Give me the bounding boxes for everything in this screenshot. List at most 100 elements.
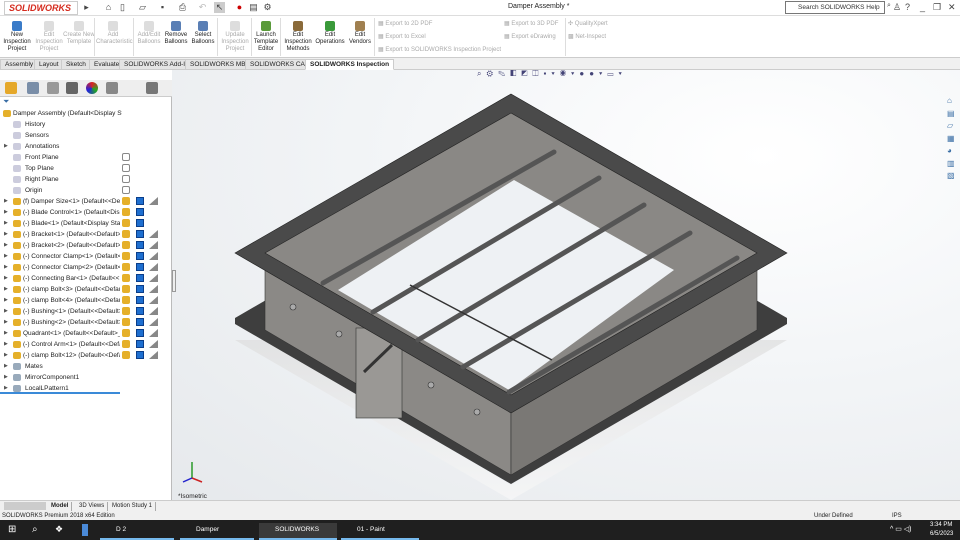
taskbar-item-solidworks[interactable]: SOLIDWORKS Prem...	[259, 523, 337, 547]
expand-arrow-icon[interactable]: ▶	[4, 350, 8, 361]
home-icon[interactable]: ⌂	[103, 2, 114, 13]
expand-arrow-icon[interactable]: ▶	[4, 218, 8, 229]
taskbar-item-paint[interactable]: 01 - Paint	[341, 523, 419, 540]
tree-item[interactable]: ▶ Quadrant<1> (Default<<Default>_A	[0, 328, 120, 339]
expand-arrow-icon[interactable]: ▶	[4, 207, 8, 218]
tree-item[interactable]: Front Plane	[0, 152, 120, 163]
solidworks-logo[interactable]: SOLIDWORKS	[4, 1, 78, 15]
tree-item[interactable]: ▶ (-) Bushing<2> (Default<<Default>_	[0, 317, 120, 328]
configurationmanager-tab-icon[interactable]	[47, 82, 59, 94]
tab-sketch[interactable]: Sketch	[61, 59, 91, 70]
search-icon[interactable]: ⌕	[887, 2, 891, 10]
open-icon[interactable]: ▱	[137, 2, 148, 13]
expand-arrow-icon[interactable]: ▶	[4, 372, 8, 383]
tree-item[interactable]: ▶ MirrorComponent1	[0, 372, 120, 383]
tab-model[interactable]: Model	[48, 502, 73, 511]
minimize-button[interactable]: _	[920, 2, 925, 12]
tree-item[interactable]: ▶ (-) Bracket<1> (Default<<Default>_	[0, 229, 120, 240]
tree-item[interactable]: ▶ Mates	[0, 361, 120, 372]
task-view-icon[interactable]: ❖	[55, 524, 63, 535]
expand-arrow-icon[interactable]: ▶	[4, 339, 8, 350]
tree-root-assembly[interactable]: Damper Assembly (Default<Display Stat	[0, 108, 122, 119]
export-edrawing-button[interactable]: ▦ Export eDrawing	[504, 33, 556, 41]
close-button[interactable]: ✕	[948, 2, 956, 13]
damper-model[interactable]	[172, 70, 960, 500]
graphics-viewport[interactable]: *Isometric ⌕⚙✎◧◩◫▪▾◉▾●●▾▭▾ ⌂ ▤ ▱ ▦ ◕ ▥ ▧	[172, 69, 960, 500]
tree-item[interactable]: Sensors	[0, 130, 120, 141]
user-icon[interactable]: ♙	[893, 2, 901, 13]
panel-collapse-handle[interactable]	[172, 270, 176, 292]
tree-item[interactable]: ▶ Annotations	[0, 141, 120, 152]
system-tray-icons[interactable]: ^ ▭ ◁)	[890, 525, 912, 533]
tree-item[interactable]: History	[0, 119, 120, 130]
edit-vendors-button[interactable]: Edit Vendors	[343, 19, 377, 46]
expand-arrow-icon[interactable]: ▶	[4, 383, 8, 394]
qualityxpert-button[interactable]: ✣ QualityXpert	[568, 20, 608, 28]
expand-arrow-icon[interactable]: ▶	[4, 306, 8, 317]
expand-arrow-icon[interactable]: ▶	[4, 141, 8, 152]
filter-icon[interactable]: ⏷	[3, 97, 9, 107]
export-inspection-project-button[interactable]: ▦ Export to SOLIDWORKS Inspection Projec…	[378, 46, 501, 54]
tree-item[interactable]: ▶ (-) Blade<1> (Default<Display State	[0, 218, 120, 229]
new-inspection-project-button[interactable]: New Inspection Project	[0, 19, 34, 53]
tree-item[interactable]: ▶ (f) Damper Size<1> (Default<<Defa	[0, 196, 120, 207]
update-inspection-project-button[interactable]: Update Inspection Project	[218, 19, 252, 53]
add-characteristic-button[interactable]: Add Characteristic	[96, 19, 133, 46]
restore-button[interactable]: ❐	[933, 2, 941, 13]
expand-arrow-icon[interactable]: ▶	[4, 251, 8, 262]
tree-item[interactable]: ▶ (-) Control Arm<1> (Default<<Defa	[0, 339, 120, 350]
tree-item[interactable]: ▶ (-) Bracket<2> (Default<<Default>_	[0, 240, 120, 251]
tree-item[interactable]: ▶ (-) Bushing<1> (Default<<Default>_	[0, 306, 120, 317]
tab-layout[interactable]: Layout	[34, 59, 64, 70]
display-manager-tab-icon[interactable]	[86, 82, 98, 94]
edit-operations-button[interactable]: Edit Operations	[313, 19, 347, 46]
tree-item[interactable]: ▶ (-) clamp Bolt<4> (Default<<Defaul	[0, 295, 120, 306]
launch-template-editor-button[interactable]: Launch Template Editor	[249, 19, 283, 53]
new-document-icon[interactable]: ▯	[117, 2, 128, 13]
tree-item[interactable]: ▶ LocalLPattern1	[0, 383, 120, 394]
app-icon[interactable]	[82, 524, 88, 536]
expand-arrow-icon[interactable]: ▶	[4, 328, 8, 339]
task-pane-tabs[interactable]: ⌂ ▤ ▱ ▦ ◕ ▥ ▧	[947, 95, 959, 183]
tree-item[interactable]: Right Plane	[0, 174, 120, 185]
tree-item[interactable]: ▶ (-) Connecting Bar<1> (Default<<D	[0, 273, 120, 284]
export-excel-button[interactable]: ▦ Export to Excel	[378, 33, 426, 41]
tree-item[interactable]: ▶ (-) Blade Control<1> (Default<Displ	[0, 207, 120, 218]
net-inspect-button[interactable]: ▩ Net-Inspect	[568, 33, 606, 41]
expand-arrow-icon[interactable]: ▶	[4, 361, 8, 372]
export-3d-pdf-button[interactable]: ▦ Export to 3D PDF	[504, 20, 558, 28]
file-properties-icon[interactable]: ▤	[248, 2, 259, 13]
select-icon[interactable]: ↖	[214, 2, 225, 13]
tab-assembly[interactable]: Assembly	[0, 59, 39, 70]
tree-item[interactable]: ▶ (-) Connector Clamp<1> (Default<<	[0, 251, 120, 262]
dimxpert-tab-icon[interactable]	[66, 82, 78, 94]
export-2d-pdf-button[interactable]: ▦ Export to 2D PDF	[378, 20, 432, 28]
tree-item[interactable]: Origin	[0, 185, 120, 196]
clock-date[interactable]: 6/5/2023	[930, 531, 953, 537]
heads-up-view-toolbar[interactable]: ⌕⚙✎◧◩◫▪▾◉▾●●▾▭▾	[477, 69, 627, 79]
expand-arrow-icon[interactable]: ▶	[4, 295, 8, 306]
tab-solidworks-inspection[interactable]: SOLIDWORKS Inspection	[305, 59, 395, 70]
expand-arrow-icon[interactable]: ▶	[4, 196, 8, 207]
propertymanager-tab-icon[interactable]	[27, 82, 39, 94]
taskbar-item-d2[interactable]: D 2	[100, 523, 174, 540]
expand-arrow-icon[interactable]: ▶	[4, 229, 8, 240]
featuremanager-tab-icon[interactable]	[5, 82, 17, 94]
search-icon[interactable]: ⌕	[32, 524, 38, 535]
undo-icon[interactable]: ↶	[197, 2, 208, 13]
start-windows-icon[interactable]: ⊞	[8, 524, 16, 535]
expand-arrow-icon[interactable]: ▶	[4, 262, 8, 273]
expand-arrow-icon[interactable]: ▶	[4, 273, 8, 284]
expand-arrow-icon[interactable]: ▶	[4, 317, 8, 328]
tree-item[interactable]: ▶ (-) Connector Clamp<2> (Default<<	[0, 262, 120, 273]
tab-scroll-arrows[interactable]	[4, 502, 46, 510]
clock-time[interactable]: 3:34 PM	[930, 522, 952, 528]
expand-arrow-icon[interactable]: ▶	[4, 284, 8, 295]
expand-arrow-icon[interactable]: ▶	[4, 240, 8, 251]
select-balloons-button[interactable]: Select Balloons	[186, 19, 220, 46]
panel-options-icon[interactable]	[146, 82, 158, 94]
options-gear-icon[interactable]: ⚙	[262, 2, 273, 13]
taskbar-item-damper[interactable]: Damper	[180, 523, 254, 540]
save-icon[interactable]: ▪	[157, 2, 168, 13]
edit-inspection-project-button[interactable]: Edit Inspection Project	[32, 19, 66, 53]
